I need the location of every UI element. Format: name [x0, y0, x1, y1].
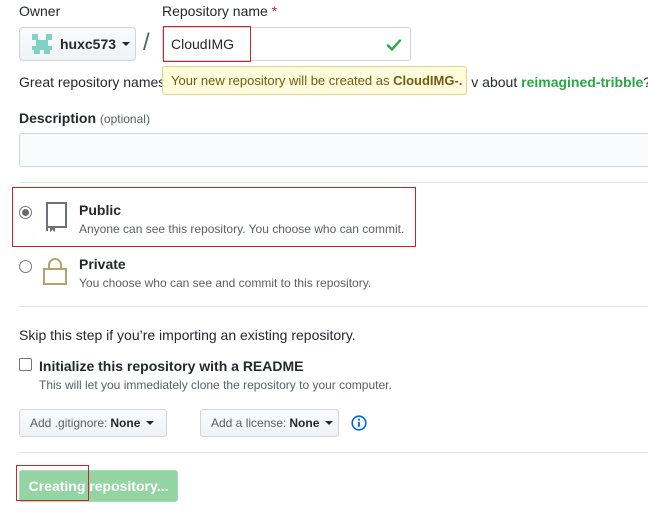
owner-value: huxc573 — [60, 36, 117, 52]
description-label: Description (optional) — [19, 110, 150, 126]
gitignore-select[interactable]: Add .gitignore: None — [19, 409, 167, 437]
readme-note: This will let you immediately clone the … — [39, 378, 392, 392]
private-radio[interactable] — [19, 260, 32, 273]
license-value: None — [289, 416, 320, 430]
owner-label: Owner — [19, 3, 61, 19]
highlight-box-submit — [16, 465, 89, 501]
lock-icon — [43, 258, 67, 285]
description-label-text: Description — [19, 110, 97, 126]
private-title: Private — [79, 256, 126, 272]
repo-name-label-text: Repository name — [162, 3, 268, 19]
hint-end: ? — [643, 74, 648, 90]
repo-name-tooltip: Your new repository will be created as C… — [162, 66, 467, 95]
private-note: You choose who can see and commit to thi… — [79, 276, 372, 290]
tooltip-repo-name: CloudIMG-. — [393, 73, 463, 88]
description-input[interactable] — [19, 133, 648, 167]
suggested-repo-name[interactable]: reimagined-tribble — [521, 74, 643, 90]
caret-down-icon — [325, 421, 334, 425]
readme-label[interactable]: Initialize this repository with a README — [39, 358, 303, 374]
caret-down-icon — [122, 42, 131, 46]
info-icon[interactable] — [351, 415, 367, 431]
divider — [19, 306, 648, 307]
owner-repo-separator: / — [143, 29, 150, 56]
highlight-box-public — [12, 187, 416, 247]
highlight-box-repo-name — [163, 26, 251, 62]
readme-checkbox[interactable] — [19, 358, 32, 371]
gitignore-label: Add .gitignore: — [30, 416, 108, 430]
repo-name-label: Repository name * — [162, 3, 277, 19]
gitignore-value: None — [110, 416, 141, 430]
avatar-icon — [32, 34, 52, 54]
required-mark: * — [271, 3, 278, 19]
owner-select[interactable]: huxc573 — [19, 27, 136, 61]
skip-text: Skip this step if you’re importing an ex… — [19, 327, 356, 343]
hint-suffix: v about — [471, 74, 518, 90]
tooltip-text: Your new repository will be created as — [171, 73, 390, 88]
check-icon — [386, 39, 402, 51]
divider — [19, 452, 648, 453]
hint-prefix: Great repository names — [19, 74, 166, 90]
divider — [19, 182, 648, 183]
license-label: Add a license: — [211, 416, 287, 430]
license-select[interactable]: Add a license: None — [200, 409, 339, 437]
caret-down-icon — [146, 421, 155, 425]
optional-label: (optional) — [99, 112, 150, 126]
